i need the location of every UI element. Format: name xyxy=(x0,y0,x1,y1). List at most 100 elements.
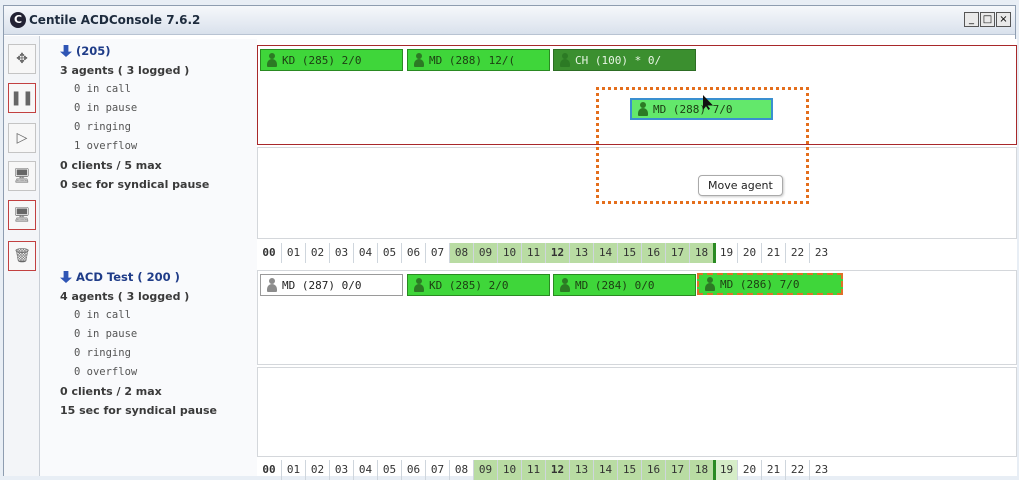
app-window: C Centile ACDConsole 7.6.2 _ □ × ✥ ❚❚ ▷ … xyxy=(3,5,1017,480)
hour-cell: 21 xyxy=(761,460,785,480)
window-title: Centile ACDConsole 7.6.2 xyxy=(29,13,201,27)
hour-cell: 02 xyxy=(305,460,329,480)
play-icon[interactable]: ▷ xyxy=(8,123,36,153)
hour-cell: 22 xyxy=(785,460,809,480)
stat-in-pause: 0 in pause xyxy=(74,328,138,340)
group-name: ACD Test ( 200 ) xyxy=(76,270,180,284)
acd-group-205: (205) 3 agents ( 3 logged ) 0 in call 0 … xyxy=(40,39,1017,265)
hour-cell: 00 xyxy=(262,246,276,259)
stat-ringing: 0 ringing xyxy=(74,121,131,133)
hour-cell: 18 xyxy=(689,460,713,480)
group-arrow-icon[interactable] xyxy=(60,271,72,283)
hour-cell: 19 xyxy=(713,243,737,263)
hour-cell: 16 xyxy=(641,460,665,480)
group-info: (205) 3 agents ( 3 logged ) 0 in call 0 … xyxy=(40,39,257,265)
hour-cell: 11 xyxy=(521,243,545,263)
agent-chip-selected[interactable]: MD (286) 7/0 xyxy=(697,273,843,295)
hour-cell: 23 xyxy=(809,243,833,263)
hour-cell: 06 xyxy=(401,243,425,263)
hour-cell: 12 xyxy=(545,243,569,263)
hour-cell: 14 xyxy=(593,460,617,480)
hour-timeline: 00 01 02 03 04 05 06 07 08 09 10 11 12 13 14 15 16 17 18 19… xyxy=(257,243,1017,263)
hour-cell: 09 xyxy=(473,243,497,263)
hour-cell: 10 xyxy=(497,460,521,480)
hour-cell: 07 xyxy=(425,243,449,263)
agent-icon xyxy=(267,53,277,67)
trash-icon[interactable]: 🗑 xyxy=(8,241,36,271)
hour-cell: 07 xyxy=(425,460,449,480)
hour-cell: 13 xyxy=(569,243,593,263)
hour-cell: 05 xyxy=(377,460,401,480)
hour-cell: 23 xyxy=(809,460,833,480)
hour-cell: 11 xyxy=(521,460,545,480)
hour-cell: 06 xyxy=(401,460,425,480)
hour-cell: 17 xyxy=(665,243,689,263)
clients-count: 0 clients / 2 max xyxy=(60,385,162,398)
group-info: ACD Test ( 200 ) 4 agents ( 3 logged ) 0… xyxy=(40,265,257,476)
hour-cell: 20 xyxy=(737,243,761,263)
move-agent-tooltip: Move agent xyxy=(698,175,783,196)
stat-ringing: 0 ringing xyxy=(74,347,131,359)
hour-timeline: 00 01 02 03 04 05 06 07 08 09 10 11 12 13 14 15 16 17 18 19… xyxy=(257,460,1017,480)
hour-cell: 15 xyxy=(617,243,641,263)
app-logo-icon: C xyxy=(10,12,26,28)
dragged-agent-chip[interactable]: MD (288) 7/0 xyxy=(630,98,773,120)
hour-cell: 04 xyxy=(353,460,377,480)
hour-cell: 09 xyxy=(473,460,497,480)
hour-cell: 01 xyxy=(281,243,305,263)
stat-in-call: 0 in call xyxy=(74,83,131,95)
agent-icon xyxy=(705,277,715,291)
agents-count: 3 agents ( 3 logged ) xyxy=(60,64,190,77)
hour-cell: 04 xyxy=(353,243,377,263)
hour-cell: 21 xyxy=(761,243,785,263)
agent-chip[interactable]: MD (287) 0/0 xyxy=(260,274,403,296)
hour-cell: 10 xyxy=(497,243,521,263)
agent-chip[interactable]: CH (100) * 0/ xyxy=(553,49,696,71)
hour-cell: 17 xyxy=(665,460,689,480)
agents-count: 4 agents ( 3 logged ) xyxy=(60,290,190,303)
pause-icon[interactable]: ❚❚ xyxy=(8,83,36,113)
agent-icon xyxy=(560,278,570,292)
overflow-lane[interactable] xyxy=(257,367,1017,457)
hour-cell: 08 xyxy=(449,243,473,263)
hour-cell: 13 xyxy=(569,460,593,480)
stat-overflow: 1 overflow xyxy=(74,140,138,152)
agent-icon xyxy=(638,102,648,116)
stat-in-pause: 0 in pause xyxy=(74,102,138,114)
agent-chip[interactable]: MD (284) 0/0 xyxy=(553,274,696,296)
hour-cell: 15 xyxy=(617,460,641,480)
hour-cell: 08 xyxy=(449,460,473,480)
group-arrow-icon[interactable] xyxy=(60,45,72,57)
close-button[interactable]: × xyxy=(996,12,1011,27)
monitor-remove-icon[interactable]: 🖥 xyxy=(8,200,36,230)
hour-cell: 14 xyxy=(593,243,617,263)
clients-count: 0 clients / 5 max xyxy=(60,159,162,172)
hour-cell: 12 xyxy=(545,460,569,480)
agent-chip[interactable]: KD (285) 2/0 xyxy=(407,274,550,296)
agent-icon xyxy=(267,278,277,292)
hour-cell: 05 xyxy=(377,243,401,263)
hour-cell: 02 xyxy=(305,243,329,263)
hour-cell: 03 xyxy=(329,243,353,263)
title-bar[interactable]: C Centile ACDConsole 7.6.2 _ □ × xyxy=(4,6,1015,35)
hour-cell: 03 xyxy=(329,460,353,480)
syndical-pause: 15 sec for syndical pause xyxy=(60,404,217,417)
move-icon[interactable]: ✥ xyxy=(8,44,36,74)
agent-icon xyxy=(560,53,570,67)
agents-lane[interactable]: MD (287) 0/0 KD (285) 2/0 MD (284) 0/0 M… xyxy=(257,270,1017,365)
monitor-icon[interactable]: 🖥 xyxy=(8,161,36,191)
hour-cell: 16 xyxy=(641,243,665,263)
hour-cell: 18 xyxy=(689,243,713,263)
hour-cell: 01 xyxy=(281,460,305,480)
hour-cell: 20 xyxy=(737,460,761,480)
syndical-pause: 0 sec for syndical pause xyxy=(60,178,210,191)
stat-in-call: 0 in call xyxy=(74,309,131,321)
hour-cell: 00 xyxy=(262,463,276,476)
minimize-button[interactable]: _ xyxy=(964,12,979,27)
maximize-button[interactable]: □ xyxy=(980,12,995,27)
agent-chip[interactable]: MD (288) 12/( xyxy=(407,49,550,71)
stat-overflow: 0 overflow xyxy=(74,366,138,378)
hour-cell: 22 xyxy=(785,243,809,263)
agent-chip[interactable]: KD (285) 2/0 xyxy=(260,49,403,71)
acd-group-test-200: ACD Test ( 200 ) 4 agents ( 3 logged ) 0… xyxy=(40,265,1017,480)
